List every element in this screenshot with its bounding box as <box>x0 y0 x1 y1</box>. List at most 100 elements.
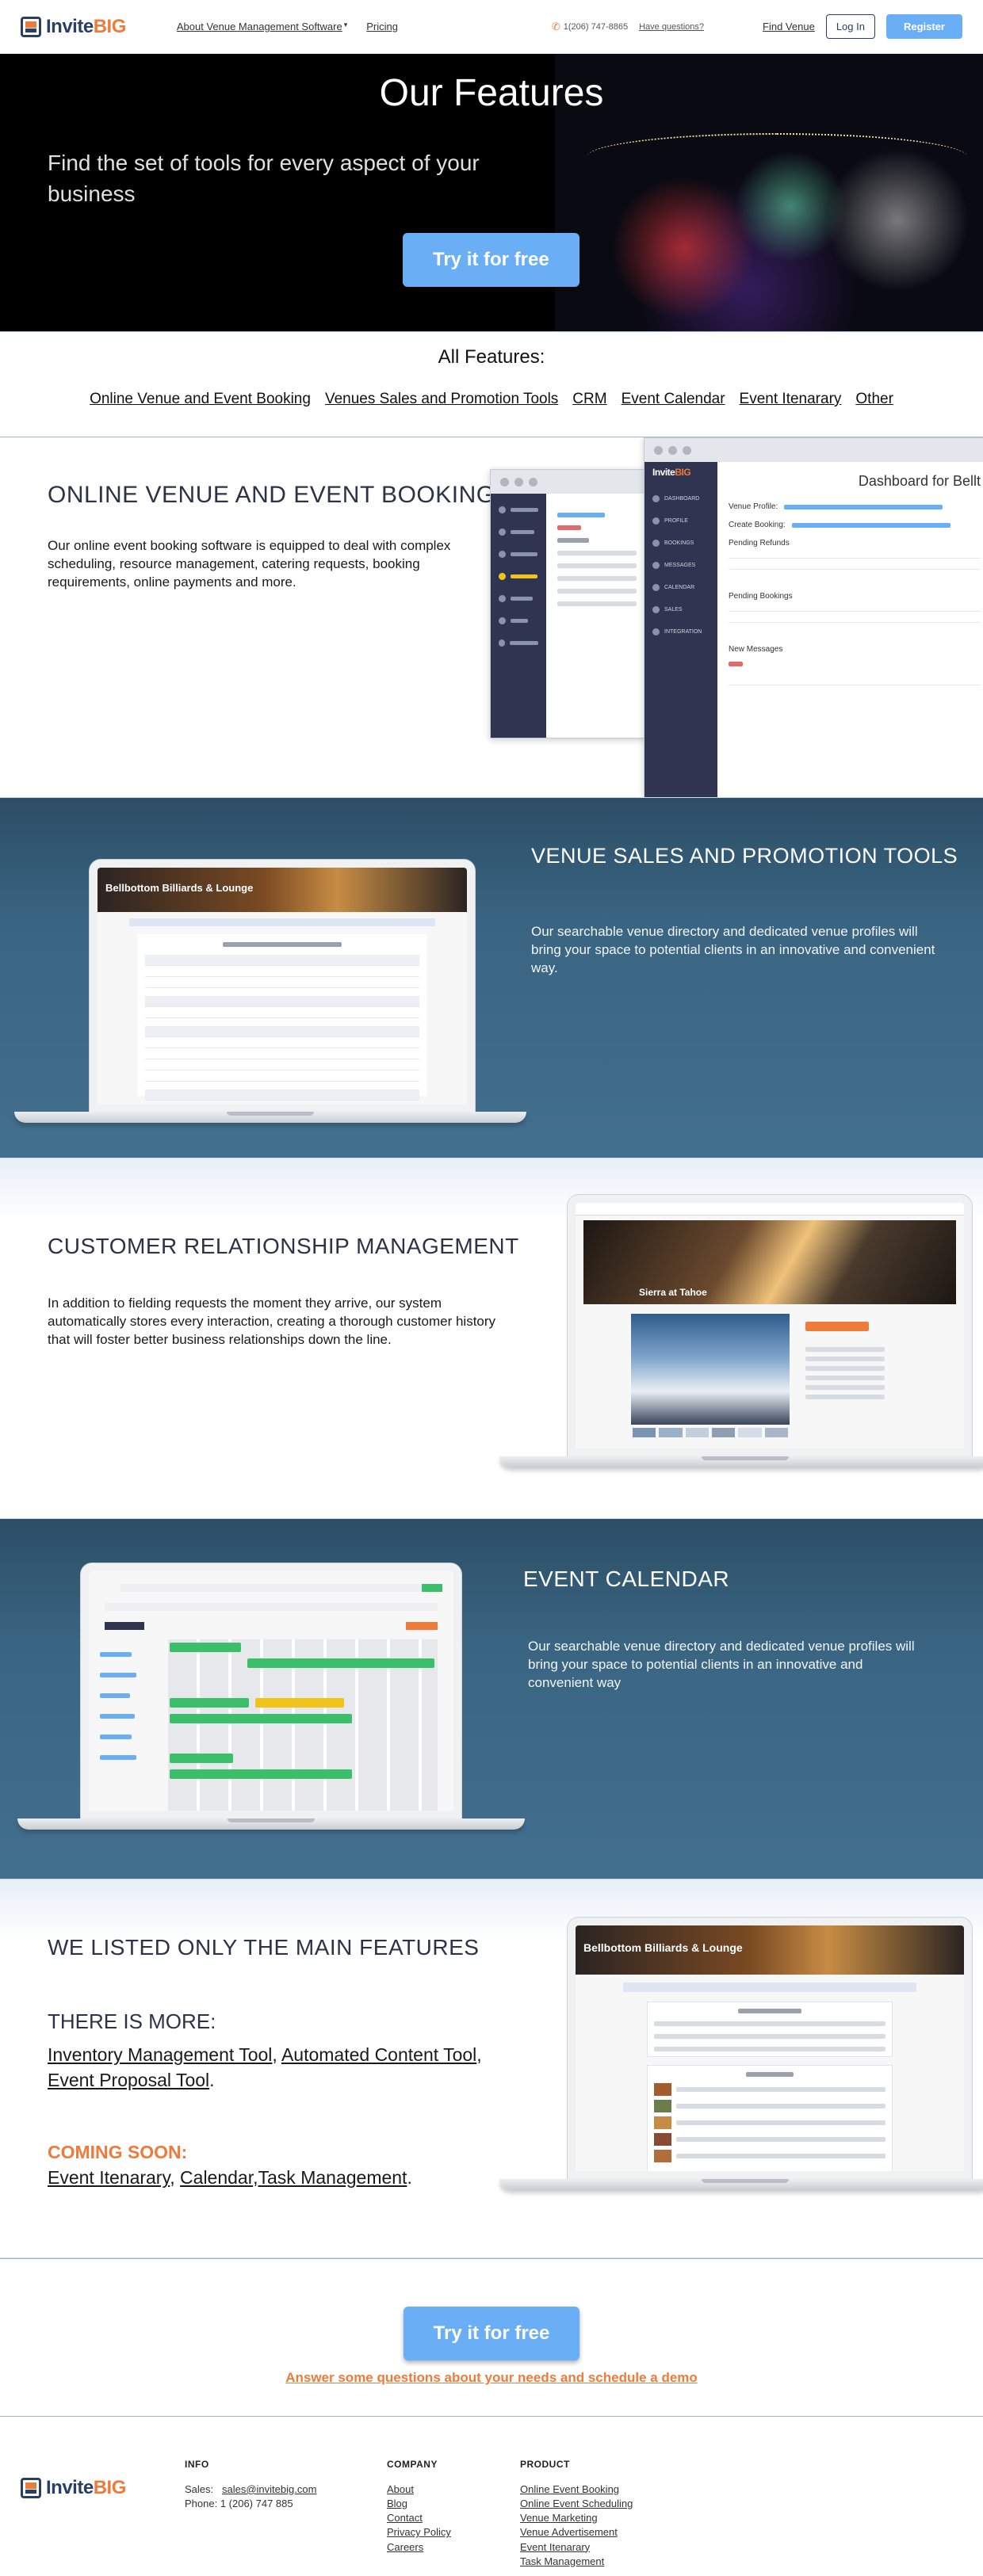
footer-link-task-management[interactable]: Task Management <box>520 2555 633 2569</box>
footer-link-blog[interactable]: Blog <box>387 2497 451 2511</box>
laptop-screen: Bellbottom Billiards & Lounge <box>90 860 475 1112</box>
footer-link-about[interactable]: About <box>387 2483 451 2497</box>
mountain-banner-image: Sierra at Tahoe <box>583 1220 956 1304</box>
crm-text: In addition to fielding requests the mom… <box>48 1296 496 1347</box>
feature-link-calendar[interactable]: Event Calendar <box>622 391 725 408</box>
more-subhead: THERE IS MORE: <box>48 2009 216 2033</box>
footer-logo[interactable]: InviteBIG <box>21 2434 126 2542</box>
more-features-block: WE LISTED ONLY THE MAIN FEATURES THERE I… <box>48 1935 523 2191</box>
footer-link-privacy[interactable]: Privacy Policy <box>387 2525 451 2540</box>
all-features-nav: All Features: Online Venue and Event Boo… <box>0 331 983 437</box>
app-content <box>546 494 648 738</box>
phone-number[interactable]: ✆ 1(206) 747-8865 <box>552 21 628 33</box>
crm-title: CUSTOMER RELATIONSHIP MANAGEMENT <box>48 1234 519 1258</box>
app-sidebar <box>491 494 546 738</box>
phone-icon: ✆ <box>551 20 560 32</box>
nav-pricing[interactable]: Pricing <box>366 21 398 32</box>
nav-about[interactable]: About Venue Management Software <box>177 21 342 32</box>
phone-text: 1(206) 747-8865 <box>563 21 629 32</box>
laptop-calendar-mock <box>17 1563 525 1833</box>
link-automated-content[interactable]: Automated Content Tool <box>281 2044 476 2065</box>
footer-product: PRODUCT Online Event Booking Online Even… <box>520 2458 633 2569</box>
footer-phone: Phone: 1 (206) 747 885 <box>185 2497 293 2509</box>
footer-info: INFO Sales: sales@invitebig.com Phone: 1… <box>185 2458 316 2511</box>
hero-tagline: Find the set of tools for every aspect o… <box>48 151 480 207</box>
footer-link-event-booking[interactable]: Online Event Booking <box>520 2483 633 2497</box>
sales-text: Our searchable venue directory and dedic… <box>531 924 935 975</box>
mock-label: Pending Bookings <box>729 592 793 601</box>
logo-calendar-icon <box>21 16 41 37</box>
more-title: WE LISTED ONLY THE MAIN FEATURES <box>48 1935 480 1960</box>
site-footer: InviteBIG INFO Sales: sales@invitebig.co… <box>0 2417 983 2567</box>
page-title: Our Features <box>379 72 604 114</box>
laptop-screen: Bellbottom Billiards & Lounge <box>568 1918 972 2179</box>
site-header: InviteBIG About Venue Management Softwar… <box>0 0 983 54</box>
footer-company-title: COMPANY <box>387 2459 438 2470</box>
section-sales: Bellbottom Billiards & Lounge VENUE SALE… <box>0 798 983 1158</box>
section-more-features: WE LISTED ONLY THE MAIN FEATURES THERE I… <box>0 1880 983 2258</box>
schedule-demo-link[interactable]: Answer some questions about your needs a… <box>0 2370 983 2386</box>
all-features-title: All Features: <box>438 346 545 368</box>
window-controls <box>644 438 983 462</box>
link-task-management[interactable]: Task Management <box>258 2167 407 2188</box>
snow-mountain-photo <box>631 1314 790 1425</box>
site-logo[interactable]: InviteBIG <box>21 16 126 38</box>
small-app-window <box>490 469 648 738</box>
link-inventory[interactable]: Inventory Management Tool <box>48 2044 272 2065</box>
mock-banner-title: Bellbottom Billiards & Lounge <box>105 882 254 894</box>
dashboard-content: Dashboard for Bellt Venue Profile: Creat… <box>717 462 983 797</box>
footer-link-event-itenarary[interactable]: Event Itenarary <box>520 2540 633 2555</box>
logo-calendar-icon <box>21 2478 41 2498</box>
feature-links: Online Venue and Event Booking Venues Sa… <box>0 391 983 408</box>
dashboard-window: InviteBIG DASHBOARD PROFILE BOOKINGS MES… <box>644 437 983 797</box>
header-actions: ✆ 1(206) 747-8865 Have questions? Find Ve… <box>552 14 962 39</box>
calendar-title: EVENT CALENDAR <box>523 1567 730 1591</box>
link-calendar[interactable]: Calendar <box>180 2167 253 2188</box>
chevron-down-icon[interactable]: ▾ <box>344 21 348 32</box>
footer-info-title: INFO <box>185 2459 209 2470</box>
footer-link-event-scheduling[interactable]: Online Event Scheduling <box>520 2497 633 2511</box>
laptop-sales-mock: Bellbottom Billiards & Lounge <box>14 860 526 1129</box>
string-lights-decoration <box>587 133 967 181</box>
sales-email-link[interactable]: sales@invitebig.com <box>222 2483 316 2495</box>
footer-link-venue-advertisement[interactable]: Venue Advertisement <box>520 2525 633 2540</box>
main-nav: About Venue Management Software ▾ Pricin… <box>177 21 398 32</box>
questions-link[interactable]: Have questions? <box>639 22 704 32</box>
mock-label: New Messages <box>729 645 783 654</box>
find-venue-link[interactable]: Find Venue <box>763 21 815 32</box>
login-button[interactable]: Log In <box>825 14 875 39</box>
feature-link-sales[interactable]: Venues Sales and Promotion Tools <box>325 391 558 408</box>
dashboard-sidebar: InviteBIG DASHBOARD PROFILE BOOKINGS MES… <box>644 462 717 797</box>
section-crm: CUSTOMER RELATIONSHIP MANAGEMENT In addi… <box>0 1158 983 1519</box>
footer-link-careers[interactable]: Careers <box>387 2540 451 2555</box>
mock-banner-title: Bellbottom Billiards & Lounge <box>583 1941 743 1954</box>
feature-link-crm[interactable]: CRM <box>572 391 606 408</box>
booking-title: ONLINE VENUE AND EVENT BOOKING <box>48 482 495 508</box>
venue-banner-image: Bellbottom Billiards & Lounge <box>98 868 467 912</box>
laptop-more-mock: Bellbottom Billiards & Lounge <box>499 1918 983 2191</box>
calendar-text: Our searchable venue directory and dedic… <box>528 1639 915 1690</box>
sales-title: VENUE SALES AND PROMOTION TOOLS <box>531 844 958 868</box>
mock-label: Pending Refunds <box>729 539 790 548</box>
feature-link-other[interactable]: Other <box>855 391 893 408</box>
link-event-proposal[interactable]: Event Proposal Tool <box>48 2070 209 2090</box>
window-controls <box>491 470 648 494</box>
bottom-try-free-button[interactable]: Try it for free <box>403 2307 580 2360</box>
more-links: Inventory Management Tool, Automated Con… <box>48 2044 482 2091</box>
feature-link-itenarary[interactable]: Event Itenarary <box>740 391 842 408</box>
hero-try-free-button[interactable]: Try it for free <box>403 233 579 287</box>
link-event-itenarary[interactable]: Event Itenarary <box>48 2167 170 2188</box>
coming-soon-links: Event Itenarary, Calendar,Task Managemen… <box>48 2167 412 2189</box>
footer-link-contact[interactable]: Contact <box>387 2511 451 2525</box>
feature-link-booking[interactable]: Online Venue and Event Booking <box>90 391 311 408</box>
section-booking: ONLINE VENUE AND EVENT BOOKING Our onlin… <box>0 437 983 798</box>
hero-banner: Our Features Find the set of tools for e… <box>0 54 983 331</box>
register-button[interactable]: Register <box>885 14 962 39</box>
coming-soon-label: COMING SOON: <box>48 2142 188 2163</box>
logo-text: InviteBIG <box>46 15 126 37</box>
logo-text: InviteBIG <box>46 2477 126 2498</box>
laptop-screen: Sierra at Tahoe <box>568 1195 972 1456</box>
cta-section: Try it for free Answer some questions ab… <box>0 2258 983 2417</box>
laptop-crm-mock: Sierra at Tahoe <box>499 1195 983 1468</box>
footer-link-venue-marketing[interactable]: Venue Marketing <box>520 2511 633 2525</box>
